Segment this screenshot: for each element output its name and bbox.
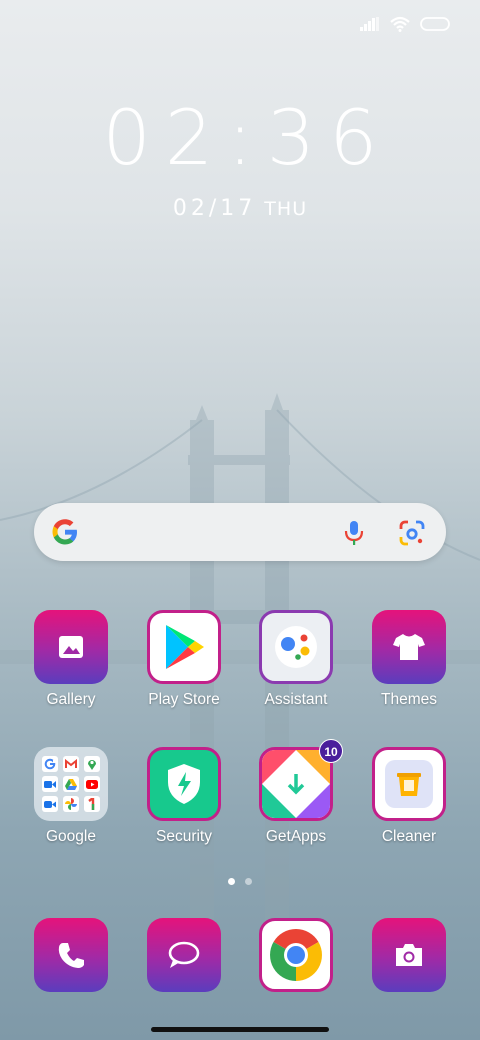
lens-icon[interactable] — [398, 519, 426, 547]
google-g-icon — [52, 519, 77, 545]
status-bar — [360, 14, 450, 34]
dock-messages[interactable] — [129, 918, 239, 992]
app-getapps[interactable]: 10 GetApps — [241, 739, 351, 846]
phone-app-icon — [34, 918, 108, 992]
google-search-bar[interactable] — [34, 503, 446, 561]
image-icon — [59, 636, 83, 658]
notification-badge: 10 — [319, 739, 343, 763]
app-gallery[interactable]: Gallery — [16, 610, 126, 709]
play-store-app-icon — [147, 610, 221, 684]
app-label: GetApps — [265, 828, 327, 845]
page-dot-2[interactable] — [245, 878, 252, 885]
app-security[interactable]: Security — [129, 747, 239, 846]
app-label: Cleaner — [381, 828, 437, 845]
themes-app-icon — [372, 610, 446, 684]
gmail-mini-icon — [63, 756, 79, 772]
drive-mini-icon — [63, 776, 79, 792]
phone-icon — [58, 943, 84, 968]
camera-app-icon — [372, 918, 446, 992]
photos-mini-icon — [63, 796, 79, 812]
mic-icon[interactable] — [342, 519, 366, 547]
shield-bolt-icon — [168, 764, 200, 804]
weekday-text: THU — [264, 198, 308, 220]
youtube-mini-icon — [84, 776, 100, 792]
messages-app-icon — [147, 918, 221, 992]
assistant-app-icon — [259, 610, 333, 684]
app-cleaner[interactable]: Cleaner — [354, 747, 464, 846]
assistant-icon — [275, 626, 317, 668]
getapps-icon — [262, 750, 330, 818]
folder-icon — [34, 747, 108, 821]
tshirt-icon — [393, 634, 425, 660]
google-one-mini-icon — [84, 796, 100, 812]
camera-icon — [396, 944, 422, 966]
app-label: Assistant — [264, 691, 328, 708]
maps-mini-icon — [84, 756, 100, 772]
app-label: Themes — [381, 691, 437, 708]
lock-clock[interactable]: 02:36 02/17 THU — [0, 93, 480, 222]
battery-icon — [420, 17, 450, 31]
app-play-store[interactable]: Play Store — [129, 610, 239, 709]
app-assistant[interactable]: Assistant — [241, 610, 351, 709]
date-text: 02/17 — [172, 196, 257, 221]
trash-icon — [385, 760, 433, 808]
security-app-icon — [147, 747, 221, 821]
dock-camera[interactable] — [354, 918, 464, 992]
app-label: Gallery — [46, 691, 96, 708]
app-google-folder[interactable]: Google — [16, 747, 126, 846]
page-indicator[interactable] — [0, 878, 480, 885]
dock-chrome[interactable] — [241, 918, 351, 992]
dock-phone[interactable] — [16, 918, 126, 992]
chrome-icon — [270, 929, 322, 981]
app-label: Play Store — [148, 691, 220, 708]
clock-date: 02/17 THU — [0, 196, 480, 221]
google-mini-icon — [42, 756, 58, 772]
chrome-app-icon — [259, 918, 333, 992]
play-store-icon — [166, 625, 204, 669]
app-label: Google — [46, 828, 96, 845]
app-label: Security — [156, 828, 212, 845]
clock-time: 02:36 — [102, 93, 392, 182]
signal-icon — [360, 17, 379, 31]
messages-icon — [168, 941, 200, 968]
app-themes[interactable]: Themes — [354, 610, 464, 709]
gallery-app-icon — [34, 610, 108, 684]
gesture-nav-bar[interactable] — [151, 1027, 329, 1032]
meet-mini-icon — [42, 776, 58, 792]
duo-mini-icon — [42, 796, 58, 812]
wifi-icon — [390, 16, 410, 32]
page-dot-1[interactable] — [228, 878, 235, 885]
cleaner-app-icon — [372, 747, 446, 821]
